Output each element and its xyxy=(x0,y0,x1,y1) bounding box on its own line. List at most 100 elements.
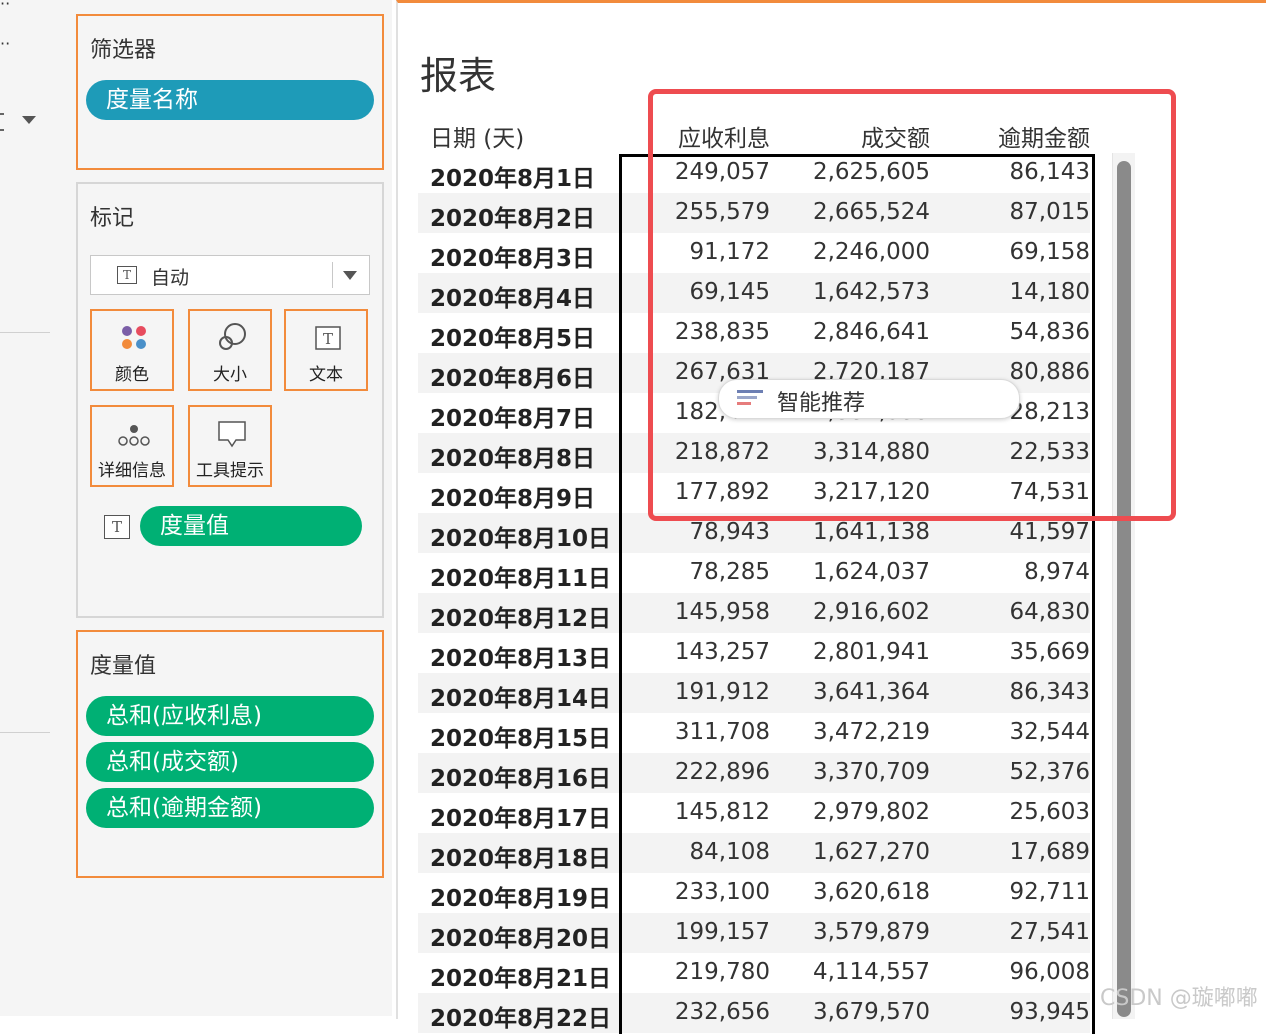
measure-values-card[interactable]: 度量值 总和(应收利息) 总和(成交额) 总和(逾期金额) xyxy=(76,630,384,878)
cell-interest[interactable]: 218,872 xyxy=(620,439,770,465)
cell-volume[interactable]: 2,801,941 xyxy=(780,639,930,665)
row-date[interactable]: 2020年8月18日 xyxy=(430,839,611,873)
cell-overdue[interactable]: 41,597 xyxy=(940,519,1090,545)
row-date[interactable]: 2020年8月1日 xyxy=(430,159,595,193)
cell-volume[interactable]: 2,625,605 xyxy=(780,159,930,185)
cell-overdue[interactable]: 87,015 xyxy=(940,199,1090,225)
cell-volume[interactable]: 4,114,557 xyxy=(780,959,930,985)
cell-overdue[interactable]: 35,669 xyxy=(940,639,1090,665)
table-row[interactable]: 2020年8月12日 145,958 2,916,602 64,830 xyxy=(418,593,1090,633)
cell-volume[interactable]: 1,627,270 xyxy=(780,839,930,865)
cell-overdue[interactable]: 92,711 xyxy=(940,879,1090,905)
cell-interest[interactable]: 143,257 xyxy=(620,639,770,665)
row-date[interactable]: 2020年8月17日 xyxy=(430,799,611,833)
table-row[interactable]: 2020年8月9日 177,892 3,217,120 74,531 xyxy=(418,473,1090,513)
table-row[interactable]: 2020年8月21日 219,780 4,114,557 96,008 xyxy=(418,953,1090,993)
cell-volume[interactable]: 3,217,120 xyxy=(780,479,930,505)
row-date[interactable]: 2020年8月4日 xyxy=(430,279,595,313)
marks-text-pill-measure-values[interactable]: 度量值 xyxy=(140,506,362,546)
cell-overdue[interactable]: 86,143 xyxy=(940,159,1090,185)
cell-volume[interactable]: 2,846,641 xyxy=(780,319,930,345)
cell-overdue[interactable]: 69,158 xyxy=(940,239,1090,265)
table-row[interactable]: 2020年8月22日 232,656 3,679,570 93,945 xyxy=(418,993,1090,1033)
cell-volume[interactable]: 3,314,880 xyxy=(780,439,930,465)
cell-overdue[interactable]: 54,836 xyxy=(940,319,1090,345)
row-date[interactable]: 2020年8月2日 xyxy=(430,199,595,233)
vertical-scrollbar[interactable] xyxy=(1112,153,1135,1019)
marks-tooltip-button[interactable]: 工具提示 xyxy=(188,405,272,487)
table-row[interactable]: 2020年8月2日 255,579 2,665,524 87,015 xyxy=(418,193,1090,233)
column-header-interest[interactable]: 应收利息 xyxy=(620,119,770,153)
row-date[interactable]: 2020年8月5日 xyxy=(430,319,595,353)
cell-interest[interactable]: 249,057 xyxy=(620,159,770,185)
cell-overdue[interactable]: 8,974 xyxy=(940,559,1090,585)
cell-volume[interactable]: 3,472,219 xyxy=(780,719,930,745)
cell-interest[interactable]: 78,943 xyxy=(620,519,770,545)
cell-overdue[interactable]: 96,008 xyxy=(940,959,1090,985)
cell-volume[interactable]: 2,979,802 xyxy=(780,799,930,825)
row-date[interactable]: 2020年8月22日 xyxy=(430,999,611,1033)
chevron-down-icon[interactable] xyxy=(22,116,36,124)
cell-overdue[interactable]: 32,544 xyxy=(940,719,1090,745)
row-date[interactable]: 2020年8月7日 xyxy=(430,399,595,433)
table-row[interactable]: 2020年8月11日 78,285 1,624,037 8,974 xyxy=(418,553,1090,593)
row-date[interactable]: 2020年8月19日 xyxy=(430,879,611,913)
cell-volume[interactable]: 3,620,618 xyxy=(780,879,930,905)
table-row[interactable]: 2020年8月4日 69,145 1,642,573 14,180 xyxy=(418,273,1090,313)
table-row[interactable]: 2020年8月19日 233,100 3,620,618 92,711 xyxy=(418,873,1090,913)
column-header-volume[interactable]: 成交额 xyxy=(780,119,930,153)
cell-volume[interactable]: 3,679,570 xyxy=(780,999,930,1025)
cell-overdue[interactable]: 86,343 xyxy=(940,679,1090,705)
cell-overdue[interactable]: 17,689 xyxy=(940,839,1090,865)
cell-volume[interactable]: 2,665,524 xyxy=(780,199,930,225)
row-date[interactable]: 2020年8月11日 xyxy=(430,559,611,593)
marks-detail-button[interactable]: 详细信息 xyxy=(90,405,174,487)
cell-volume[interactable]: 3,579,879 xyxy=(780,919,930,945)
cell-volume[interactable]: 1,624,037 xyxy=(780,559,930,585)
row-date[interactable]: 2020年8月12日 xyxy=(430,599,611,633)
chevron-down-icon[interactable] xyxy=(343,271,357,280)
more-dots-top[interactable]: ·· xyxy=(0,0,10,13)
table-row[interactable]: 2020年8月1日 249,057 2,625,605 86,143 xyxy=(418,153,1090,193)
cell-interest[interactable]: 199,157 xyxy=(620,919,770,945)
cell-interest[interactable]: 238,835 xyxy=(620,319,770,345)
cell-overdue[interactable]: 22,533 xyxy=(940,439,1090,465)
row-date[interactable]: 2020年8月16日 xyxy=(430,759,611,793)
table-row[interactable]: 2020年8月16日 222,896 3,370,709 52,376 xyxy=(418,753,1090,793)
cell-volume[interactable]: 3,370,709 xyxy=(780,759,930,785)
column-header-date[interactable]: 日期 (天) xyxy=(430,119,524,153)
cell-overdue[interactable]: 64,830 xyxy=(940,599,1090,625)
marks-text-button[interactable]: T 文本 xyxy=(284,309,368,391)
table-row[interactable]: 2020年8月20日 199,157 3,579,879 27,541 xyxy=(418,913,1090,953)
cell-interest[interactable]: 145,958 xyxy=(620,599,770,625)
measure-pill-overdue[interactable]: 总和(逾期金额) xyxy=(86,788,374,828)
row-date[interactable]: 2020年8月13日 xyxy=(430,639,611,673)
column-header-overdue[interactable]: 逾期金额 xyxy=(940,119,1090,153)
row-date[interactable]: 2020年8月20日 xyxy=(430,919,611,953)
table-row[interactable]: 2020年8月17日 145,812 2,979,802 25,603 xyxy=(418,793,1090,833)
table-row[interactable]: 2020年8月3日 91,172 2,246,000 69,158 xyxy=(418,233,1090,273)
filter-pill-measure-names[interactable]: 度量名称 xyxy=(86,80,374,120)
cell-volume[interactable]: 2,246,000 xyxy=(780,239,930,265)
cell-overdue[interactable]: 27,541 xyxy=(940,919,1090,945)
table-row[interactable]: 2020年8月18日 84,108 1,627,270 17,689 xyxy=(418,833,1090,873)
marks-color-button[interactable]: 颜色 xyxy=(90,309,174,391)
table-row[interactable]: 2020年8月15日 311,708 3,472,219 32,544 xyxy=(418,713,1090,753)
smart-recommend-button[interactable]: 智能推荐 xyxy=(718,379,1020,419)
row-date[interactable]: 2020年8月10日 xyxy=(430,519,611,553)
cell-overdue[interactable]: 93,945 xyxy=(940,999,1090,1025)
measure-pill-interest[interactable]: 总和(应收利息) xyxy=(86,696,374,736)
more-dots-mid[interactable]: ·· xyxy=(0,34,10,53)
marks-size-button[interactable]: 大小 xyxy=(188,309,272,391)
measure-pill-volume[interactable]: 总和(成交额) xyxy=(86,742,374,782)
table-row[interactable]: 2020年8月5日 238,835 2,846,641 54,836 xyxy=(418,313,1090,353)
cell-volume[interactable]: 3,641,364 xyxy=(780,679,930,705)
table-row[interactable]: 2020年8月13日 143,257 2,801,941 35,669 xyxy=(418,633,1090,673)
cell-overdue[interactable]: 52,376 xyxy=(940,759,1090,785)
cell-interest[interactable]: 84,108 xyxy=(620,839,770,865)
filters-card[interactable]: 筛选器 度量名称 xyxy=(76,14,384,170)
table-row[interactable]: 2020年8月14日 191,912 3,641,364 86,343 xyxy=(418,673,1090,713)
cell-interest[interactable]: 232,656 xyxy=(620,999,770,1025)
cell-interest[interactable]: 222,896 xyxy=(620,759,770,785)
row-date[interactable]: 2020年8月6日 xyxy=(430,359,595,393)
